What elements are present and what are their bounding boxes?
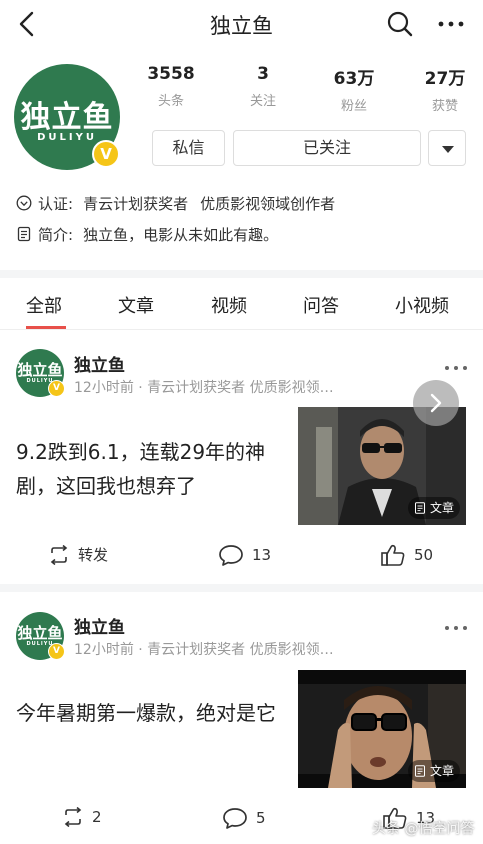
stat-number: 27万	[424, 69, 466, 89]
active-tab-indicator	[26, 326, 66, 329]
intro-row: 简介: 独立鱼，电影从未如此有趣。	[16, 223, 278, 245]
tab-all[interactable]: 全部	[26, 292, 62, 318]
document-icon	[17, 226, 31, 242]
post-thumbnail[interactable]: 文章	[298, 670, 466, 788]
post-headline[interactable]: 9.2跌到6.1，连载29年的神剧，这回我也想弃了	[16, 435, 286, 503]
post-avatar[interactable]: 独立鱼 DULIYU V	[16, 349, 65, 397]
stat-articles[interactable]: 3558 头条	[136, 64, 206, 109]
search-icon[interactable]	[386, 10, 414, 38]
like-count: 50	[414, 546, 434, 564]
article-type-label: 文章	[429, 764, 454, 778]
content-tabs: 全部 文章 视频 问答 小视频	[0, 278, 483, 330]
verified-check-icon	[16, 195, 32, 211]
intro-value: 独立鱼，电影从未如此有趣。	[83, 225, 279, 244]
comment-icon	[223, 808, 247, 829]
verified-badge-icon: V	[48, 643, 65, 660]
share-button[interactable]: 转发	[48, 544, 108, 565]
certification-label: 认证:	[38, 194, 74, 213]
comment-count: 13	[252, 546, 272, 564]
tab-videos[interactable]: 视频	[211, 292, 247, 318]
document-icon	[414, 765, 425, 777]
tab-qa[interactable]: 问答	[303, 292, 339, 318]
stat-number: 3	[257, 64, 269, 84]
avatar-logo-text: 独立鱼	[17, 361, 63, 379]
comment-count: 5	[256, 809, 266, 827]
stat-label: 粉丝	[340, 99, 367, 114]
share-button[interactable]: 2	[62, 807, 102, 827]
more-options-icon[interactable]	[436, 10, 466, 38]
intro-label: 简介:	[38, 225, 74, 244]
stat-number: 63万	[333, 69, 375, 89]
caret-down-icon	[442, 146, 454, 153]
message-button[interactable]: 私信	[152, 130, 225, 166]
section-divider	[0, 270, 483, 278]
like-button[interactable]: 50	[380, 544, 433, 566]
post-meta: 12小时前 · 青云计划获奖者 优质影视领…	[74, 642, 334, 658]
post-headline[interactable]: 今年暑期第一爆款，绝对是它	[16, 696, 286, 730]
stat-label: 获赞	[431, 99, 458, 114]
following-button[interactable]: 已关注	[233, 130, 421, 166]
verified-badge-icon: V	[92, 140, 120, 168]
post-author[interactable]: 独立鱼	[74, 351, 125, 376]
post-avatar[interactable]: 独立鱼 DULIYU V	[16, 612, 65, 660]
repost-icon	[50, 544, 68, 565]
certification-value: 青云计划获奖者	[83, 194, 189, 213]
stat-number: 3558	[147, 64, 195, 84]
avatar-logo-text: 独立鱼	[17, 624, 63, 642]
post-meta: 12小时前 · 青云计划获奖者 优质影视领…	[74, 380, 334, 396]
certification-value-2: 优质影视领域创作者	[200, 194, 336, 213]
document-icon	[414, 502, 425, 514]
stat-followers[interactable]: 63万 粉丝	[319, 64, 389, 114]
post-divider	[0, 584, 483, 592]
stat-label: 头条	[157, 94, 184, 109]
comment-button[interactable]: 13	[218, 544, 271, 566]
watermark-text: 头条 @悟空问答	[372, 821, 475, 837]
feed-post[interactable]: 独立鱼 DULIYU V 独立鱼 12小时前 · 青云计划获奖者 优质影视领… …	[0, 592, 483, 844]
post-author[interactable]: 独立鱼	[74, 613, 125, 638]
tab-short-videos[interactable]: 小视频	[395, 292, 449, 318]
share-label: 转发	[78, 546, 109, 564]
stat-label: 关注	[249, 94, 276, 109]
stat-likes[interactable]: 27万 获赞	[410, 64, 480, 114]
certification-row: 认证: 青云计划获奖者 优质影视领域创作者	[16, 192, 335, 214]
post-more-icon[interactable]	[444, 623, 468, 633]
recommend-dropdown-button[interactable]	[428, 130, 466, 166]
top-nav-bar: 独立鱼	[0, 0, 483, 48]
thumbs-up-icon	[381, 544, 405, 566]
repost-icon	[64, 807, 82, 827]
article-type-badge: 文章	[407, 760, 460, 782]
article-type-label: 文章	[429, 501, 454, 515]
stat-following[interactable]: 3 关注	[228, 64, 298, 109]
feed-post[interactable]: 独立鱼 DULIYU V 独立鱼 12小时前 · 青云计划获奖者 优质影视领… …	[0, 331, 483, 584]
next-floating-button[interactable]	[413, 380, 459, 426]
comment-button[interactable]: 5	[222, 807, 266, 829]
post-more-icon[interactable]	[444, 363, 468, 373]
profile-stats: 3558 头条 3 关注 63万 粉丝 27万 获赞	[140, 64, 483, 114]
share-count: 2	[92, 808, 102, 826]
chevron-right-icon	[430, 393, 442, 413]
profile-header: 独立鱼 DULIYU V 3558 头条 3 关注 63万 粉丝 27万 获赞 …	[0, 48, 483, 270]
article-type-badge: 文章	[407, 497, 460, 519]
comment-icon	[219, 545, 243, 566]
tab-articles[interactable]: 文章	[118, 292, 154, 318]
verified-badge-icon: V	[48, 380, 65, 397]
avatar-logo-text: 独立鱼	[20, 100, 114, 135]
